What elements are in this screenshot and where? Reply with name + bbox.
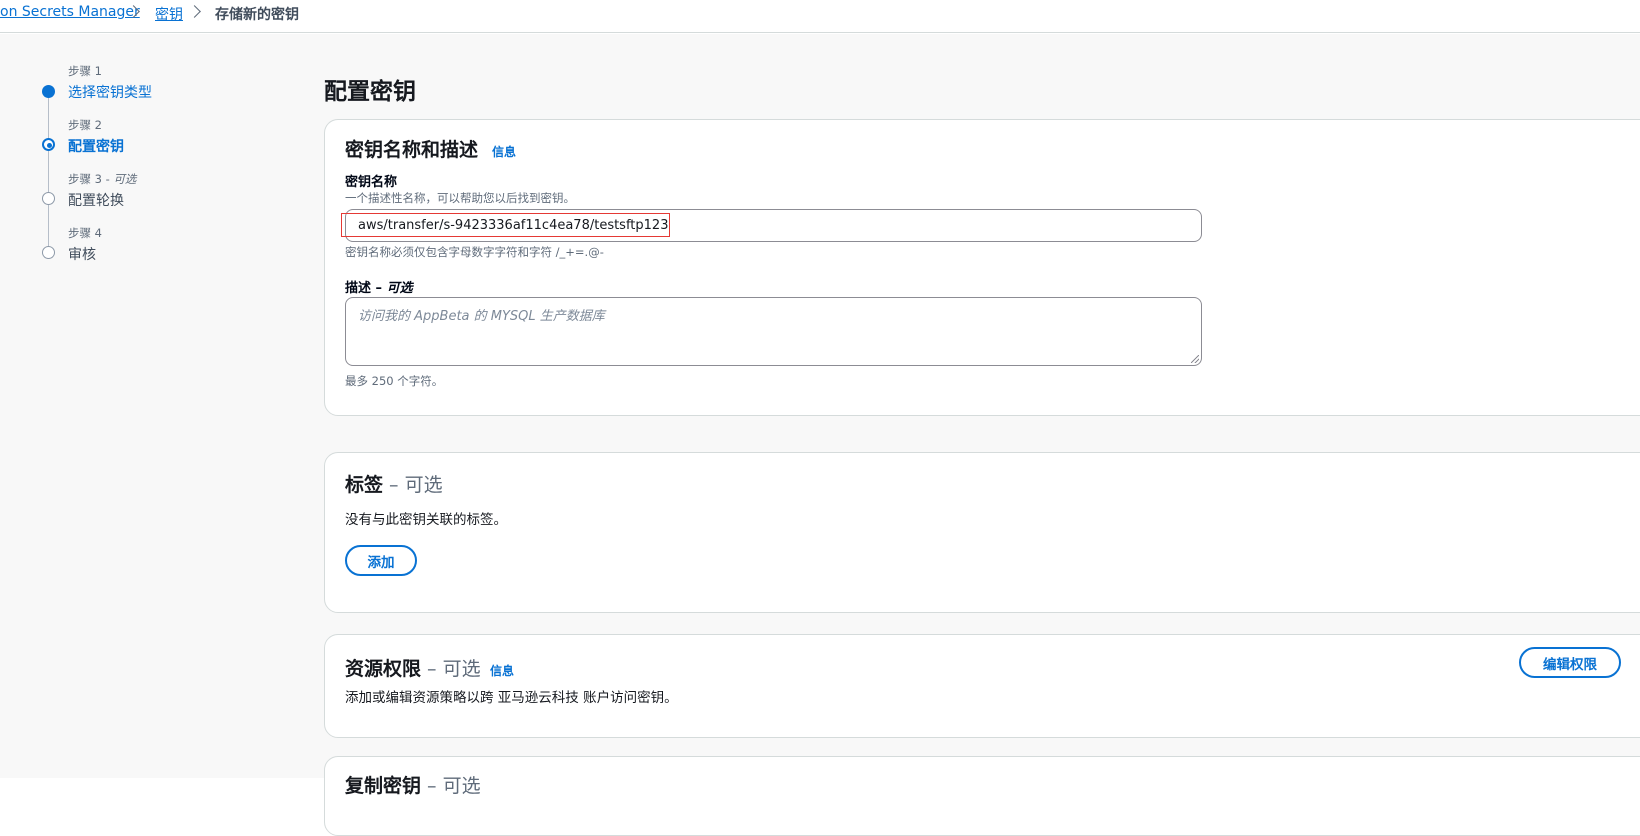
step-connector xyxy=(48,150,49,196)
replicate-secret-panel: 复制密钥 – 可选 xyxy=(324,756,1640,836)
step-2-number: 步骤 2 xyxy=(68,118,102,132)
step-1-link[interactable]: 选择密钥类型 xyxy=(68,82,152,102)
breadcrumb-current: 存储新的密钥 xyxy=(215,7,299,23)
step-4-number: 步骤 4 xyxy=(68,226,102,240)
breadcrumb-secrets-link[interactable]: 密钥 xyxy=(155,4,183,24)
info-link[interactable]: 信息 xyxy=(490,662,514,679)
description-textarea[interactable]: 访问我的 AppBeta 的 MYSQL 生产数据库 xyxy=(345,297,1202,366)
tags-title: 标签 – 可选 xyxy=(345,474,443,496)
description-constraint: 最多 250 个字符。 xyxy=(345,374,444,388)
info-link[interactable]: 信息 xyxy=(492,143,516,160)
edit-permissions-button[interactable]: 编辑权限 xyxy=(1519,647,1621,678)
highlight-box xyxy=(341,213,670,237)
breadcrumb: on Secrets Manager 密钥 存储新的密钥 xyxy=(0,0,1640,33)
panel-title: 密钥名称和描述 xyxy=(345,139,479,161)
secret-name-description: 一个描述性名称，可以帮助您以后找到密钥。 xyxy=(345,191,575,205)
secret-name-label: 密钥名称 xyxy=(345,175,398,190)
description-label: 描述 – 可选 xyxy=(345,281,413,296)
page-title: 配置密钥 xyxy=(324,79,416,105)
secret-name-constraint: 密钥名称必须仅包含字母数字字符和字符 /_+=.@- xyxy=(345,245,604,259)
permissions-title: 资源权限 – 可选 xyxy=(345,658,481,680)
step-1-number: 步骤 1 xyxy=(68,64,102,78)
breadcrumb-secrets-manager-link[interactable]: on Secrets Manager xyxy=(0,4,140,20)
description-placeholder: 访问我的 AppBeta 的 MYSQL 生产数据库 xyxy=(358,309,605,324)
resource-permissions-panel: 资源权限 – 可选 信息 添加或编辑资源策略以跨 亚马逊云科技 账户访问密钥。 … xyxy=(324,634,1640,738)
tags-panel: 标签 – 可选 没有与此密钥关联的标签。 添加 xyxy=(324,452,1640,613)
secret-name-panel: 密钥名称和描述 信息 密钥名称 一个描述性名称，可以帮助您以后找到密钥。 aws… xyxy=(324,119,1640,416)
step-3-title: 配置轮换 xyxy=(68,193,124,209)
step-2-indicator xyxy=(42,138,55,151)
wizard-steps: 步骤 1 选择密钥类型 步骤 2 配置密钥 步骤 3 - 可选 配置轮换 步骤 … xyxy=(0,34,300,778)
step-connector xyxy=(48,204,49,250)
step-4-indicator xyxy=(42,246,55,259)
chevron-right-icon xyxy=(188,5,201,18)
main-area: 步骤 1 选择密钥类型 步骤 2 配置密钥 步骤 3 - 可选 配置轮换 步骤 … xyxy=(0,34,1640,836)
step-4-title: 审核 xyxy=(68,247,96,263)
replicate-title: 复制密钥 – 可选 xyxy=(345,775,481,797)
step-3-indicator xyxy=(42,192,55,205)
step-3-number: 步骤 3 - 可选 xyxy=(68,172,137,186)
step-1-indicator xyxy=(42,85,55,98)
add-tag-button[interactable]: 添加 xyxy=(345,545,417,576)
step-2-current: 配置密钥 xyxy=(68,139,124,155)
resize-grip-icon[interactable] xyxy=(1191,355,1199,363)
permissions-description: 添加或编辑资源策略以跨 亚马逊云科技 账户访问密钥。 xyxy=(345,690,678,706)
step-connector xyxy=(48,96,49,142)
tags-empty-text: 没有与此密钥关联的标签。 xyxy=(345,512,507,528)
